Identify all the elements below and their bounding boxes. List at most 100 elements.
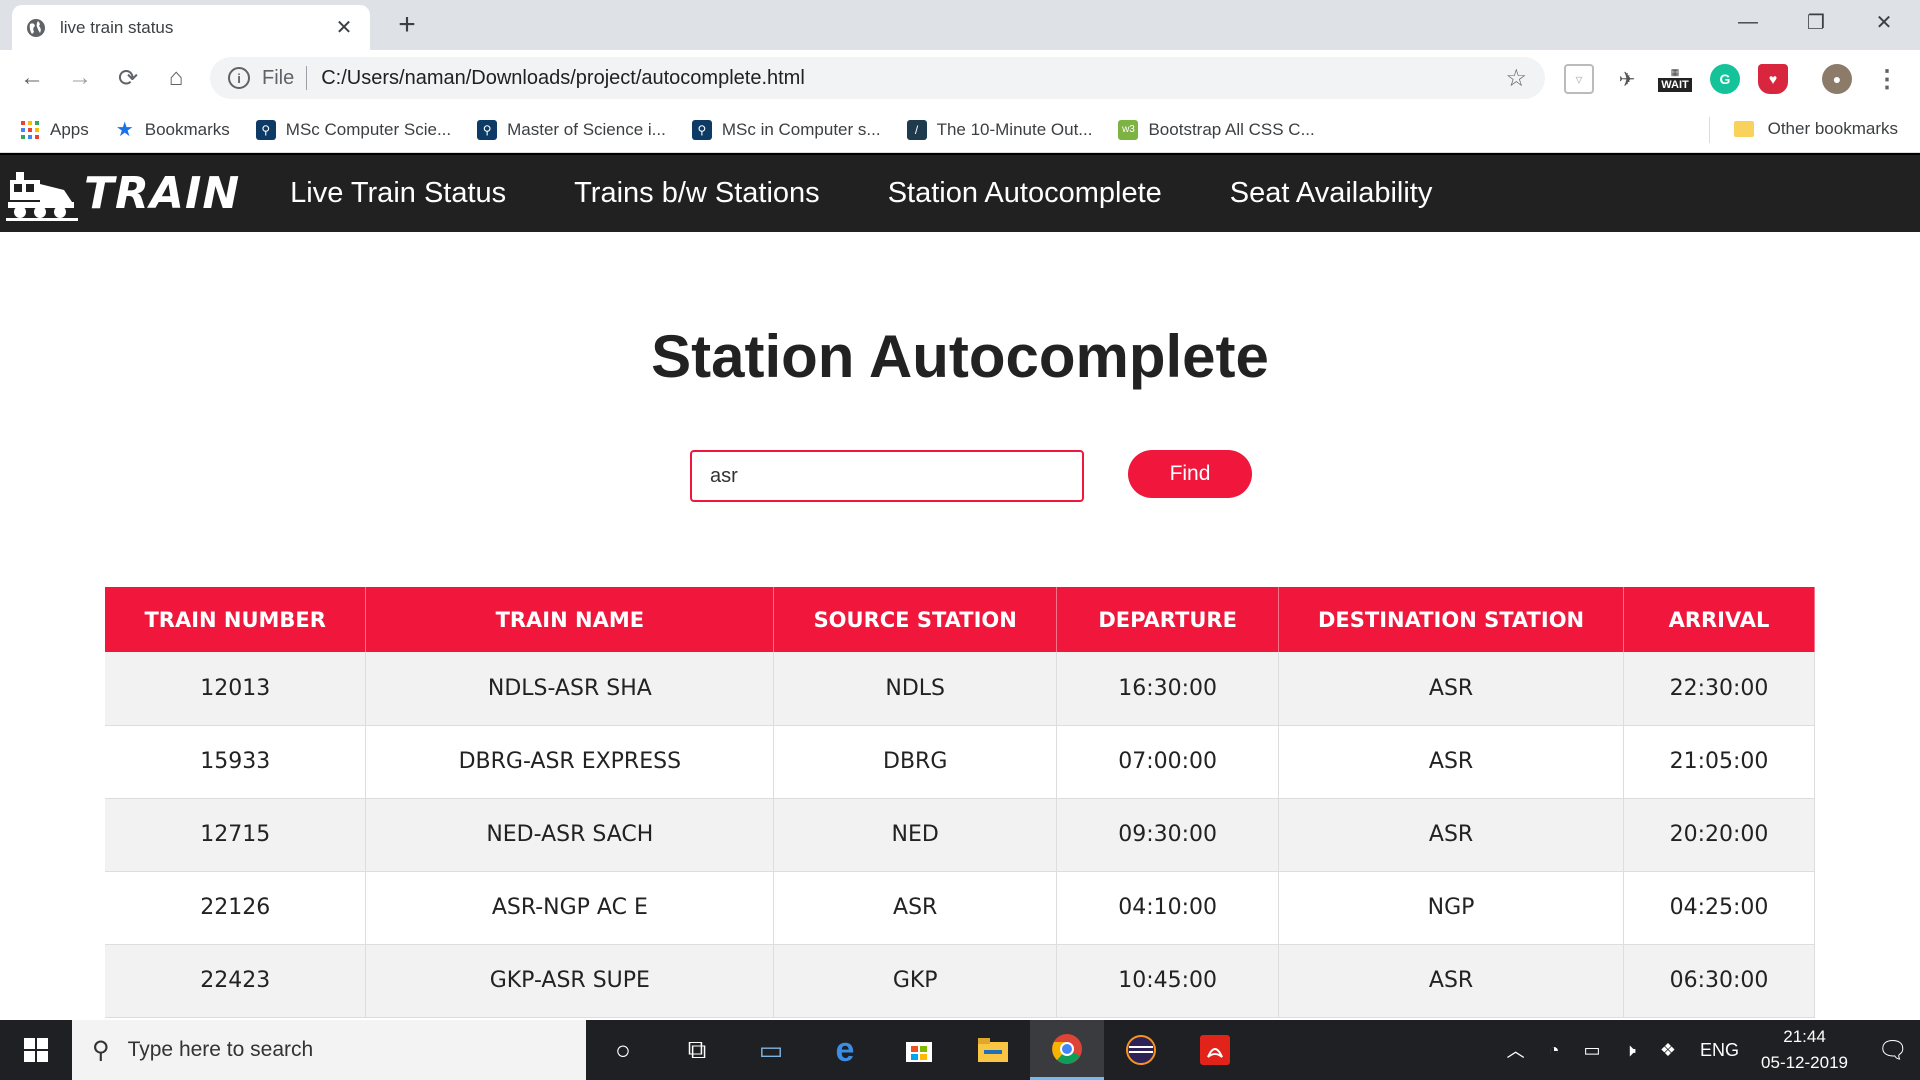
grammarly-icon[interactable]: G (1710, 64, 1740, 94)
station-search-input[interactable] (690, 450, 1084, 502)
taskbar-search[interactable]: ⚲ Type here to search (72, 1020, 586, 1080)
cell-departure: 07:00:00 (1056, 725, 1280, 799)
volume-muted-icon[interactable]: 🕨 (1625, 1040, 1636, 1061)
acrobat-reader-icon[interactable] (1178, 1020, 1252, 1080)
cell-train-name: NDLS-ASR SHA (365, 652, 775, 726)
header-source-station: SOURCE STATION (773, 587, 1058, 652)
rocket-extension-icon[interactable]: ✈ (1612, 64, 1642, 94)
shield-extension-icon[interactable]: ♥ (1758, 64, 1788, 94)
notification-center-icon[interactable]: 🗨 (1866, 1036, 1920, 1065)
laptop-app-icon[interactable]: ▭ (734, 1020, 808, 1080)
info-icon[interactable]: i (228, 67, 250, 89)
results-table-container: TRAIN NUMBER TRAIN NAME SOURCE STATION D… (105, 587, 1815, 1020)
bookmark-star-icon[interactable]: ☆ (1505, 64, 1527, 93)
cell-source-station: NDLS (773, 652, 1058, 726)
brand-text: TRAIN (84, 168, 241, 219)
cell-source-station: ASR (773, 871, 1058, 945)
bookmark-master-of-science[interactable]: ⚲ Master of Science i... (477, 119, 666, 140)
bookmark-label: MSc Computer Scie... (285, 119, 452, 139)
cell-departure: 10:45:00 (1056, 944, 1280, 1018)
folder-icon (1733, 121, 1754, 137)
edge-browser-icon[interactable]: e (808, 1020, 882, 1080)
address-scheme: File (262, 66, 295, 89)
pocket-extension-icon[interactable]: ▿ (1564, 64, 1594, 94)
cell-source-station: DBRG (773, 725, 1058, 799)
profile-avatar-icon[interactable]: ● (1822, 64, 1852, 94)
wifi-icon[interactable]: ◔ (1549, 1040, 1560, 1061)
task-view-icon[interactable]: ⧉ (660, 1020, 734, 1080)
menu-kebab-icon[interactable]: ⋮ (1872, 64, 1902, 94)
cell-train-name: DBRG-ASR EXPRESS (365, 725, 775, 799)
cell-arrival: 21:05:00 (1623, 725, 1815, 799)
star-icon: ★ (115, 119, 134, 141)
other-bookmarks[interactable]: Other bookmarks (1733, 119, 1898, 139)
table-row: 12013 NDLS-ASR SHA NDLS 16:30:00 ASR 22:… (105, 652, 1815, 726)
cell-train-name: ASR-NGP AC E (365, 871, 775, 945)
nav-station-autocomplete[interactable]: Station Autocomplete (888, 177, 1162, 210)
cortana-icon[interactable]: ○ (586, 1020, 660, 1080)
bookmark-bootstrap-css[interactable]: w3 Bootstrap All CSS C... (1118, 119, 1315, 140)
store-icon[interactable] (882, 1020, 956, 1080)
cell-train-name: NED-ASR SACH (365, 798, 775, 872)
language-indicator[interactable]: ENG (1700, 1040, 1739, 1061)
battery-icon[interactable]: ▭ (1584, 1040, 1601, 1061)
new-tab-icon[interactable]: + (392, 8, 422, 42)
search-icon: ⚲ (92, 1036, 110, 1064)
dropbox-icon[interactable]: ❖ (1660, 1040, 1676, 1061)
cell-train-number: 12013 (105, 652, 367, 726)
code-icon: w3 (1118, 119, 1139, 140)
address-url[interactable]: C:/Users/naman/Downloads/project/autocom… (321, 67, 1505, 90)
tray-chevron-up-icon[interactable]: ︿ (1507, 1037, 1525, 1063)
tab-title: live train status (60, 17, 174, 37)
bookmark-apps[interactable]: Apps (20, 120, 89, 140)
site-navbar: TRAIN Live Train Status Trains b/w Stati… (0, 153, 1920, 232)
chrome-icon[interactable] (1030, 1020, 1104, 1080)
forward-icon[interactable]: → (62, 60, 98, 96)
cell-train-number: 15933 (105, 725, 367, 799)
nav-seat-availability[interactable]: Seat Availability (1230, 177, 1433, 210)
restore-icon[interactable]: ❐ (1782, 0, 1850, 44)
table-header-row: TRAIN NUMBER TRAIN NAME SOURCE STATION D… (105, 587, 1815, 652)
nav-live-train-status[interactable]: Live Train Status (290, 177, 506, 210)
other-bookmarks-label: Other bookmarks (1767, 119, 1898, 138)
browser-tab[interactable]: live train status ✕ (12, 5, 370, 50)
cell-arrival: 06:30:00 (1623, 944, 1815, 1018)
cell-train-number: 22126 (105, 871, 367, 945)
bookmark-bookmarks[interactable]: ★ Bookmarks (115, 119, 230, 141)
system-tray: ︿ ◔ ▭ 🕨 ❖ ENG 21:44 05-12-2019 🗨 (1495, 1020, 1920, 1080)
bookmark-msc-computer-science[interactable]: ⚲ MSc Computer Scie... (255, 119, 452, 140)
taskbar-clock[interactable]: 21:44 05-12-2019 (1761, 1024, 1848, 1076)
cell-destination-station: ASR (1278, 944, 1625, 1018)
address-bar[interactable]: i File C:/Users/naman/Downloads/project/… (210, 57, 1545, 99)
address-separator (306, 66, 308, 90)
bookmarks-divider (1709, 117, 1710, 143)
start-button[interactable] (0, 1020, 72, 1080)
cell-arrival: 04:25:00 (1623, 871, 1815, 945)
shield-icon: ⚲ (477, 119, 498, 140)
bookmark-label: The 10-Minute Out... (936, 119, 1093, 139)
find-button[interactable]: Find (1128, 450, 1252, 498)
window-close-icon[interactable]: ✕ (1850, 0, 1918, 44)
table-row: 15933 DBRG-ASR EXPRESS DBRG 07:00:00 ASR… (105, 725, 1815, 799)
shield-icon: ⚲ (691, 119, 712, 140)
bookmark-msc-in-computer[interactable]: ⚲ MSc in Computer s... (691, 119, 881, 140)
bookmark-10-minute-outline[interactable]: / The 10-Minute Out... (906, 119, 1093, 140)
home-icon[interactable]: ⌂ (158, 60, 194, 96)
cell-arrival: 22:30:00 (1623, 652, 1815, 726)
eclipse-ide-icon[interactable] (1104, 1020, 1178, 1080)
brand-logo[interactable]: TRAIN (6, 166, 240, 222)
file-explorer-icon[interactable] (956, 1020, 1030, 1080)
windows-logo-icon (24, 1038, 48, 1062)
nav-trains-between-stations[interactable]: Trains b/w Stations (574, 177, 820, 210)
close-tab-icon[interactable]: ✕ (332, 15, 356, 40)
back-icon[interactable]: ← (14, 60, 50, 96)
results-table: TRAIN NUMBER TRAIN NAME SOURCE STATION D… (105, 587, 1815, 1018)
wait-extension-icon[interactable]: ▦ WAIT (1654, 64, 1696, 94)
bookmark-label: MSc in Computer s... (721, 119, 881, 139)
train-logo-icon (6, 171, 78, 221)
page-title: Station Autocomplete (651, 323, 1269, 390)
browser-tab-strip: live train status ✕ + — ❐ ✕ (0, 0, 1920, 50)
reload-icon[interactable]: ⟳ (110, 60, 146, 96)
minimize-icon[interactable]: — (1714, 0, 1782, 44)
bookmark-label: Apps (50, 119, 89, 139)
